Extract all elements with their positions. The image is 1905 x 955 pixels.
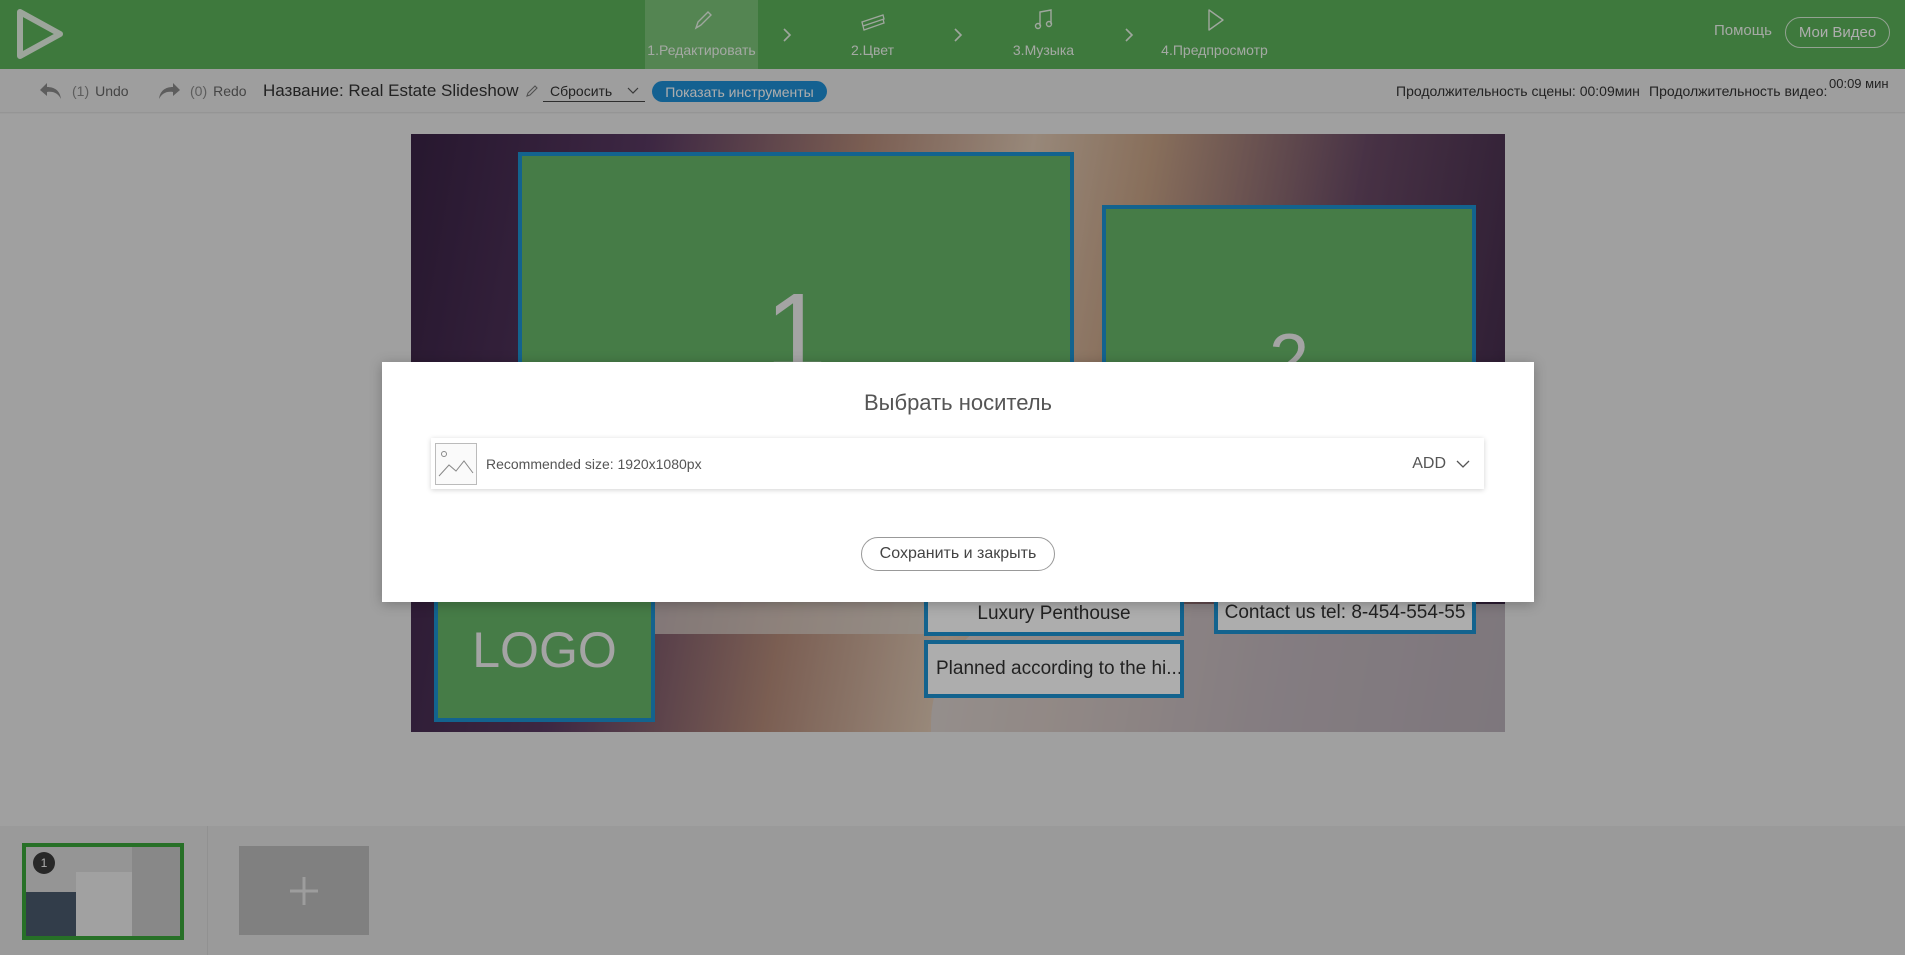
chevron-down-icon xyxy=(1456,460,1470,468)
recommended-size-text: Recommended size: 1920x1080px xyxy=(486,455,702,472)
choose-media-dialog: Выбрать носитель Recommended size: 1920x… xyxy=(382,362,1534,602)
media-slot-row[interactable]: Recommended size: 1920x1080px ADD xyxy=(431,438,1484,489)
dialog-title: Выбрать носитель xyxy=(863,390,1053,415)
add-media-label: ADD xyxy=(1412,454,1446,472)
image-placeholder-icon xyxy=(435,442,477,485)
save-and-close-button[interactable]: Сохранить и закрыть xyxy=(861,537,1055,571)
add-media-button[interactable]: ADD xyxy=(1412,438,1470,489)
